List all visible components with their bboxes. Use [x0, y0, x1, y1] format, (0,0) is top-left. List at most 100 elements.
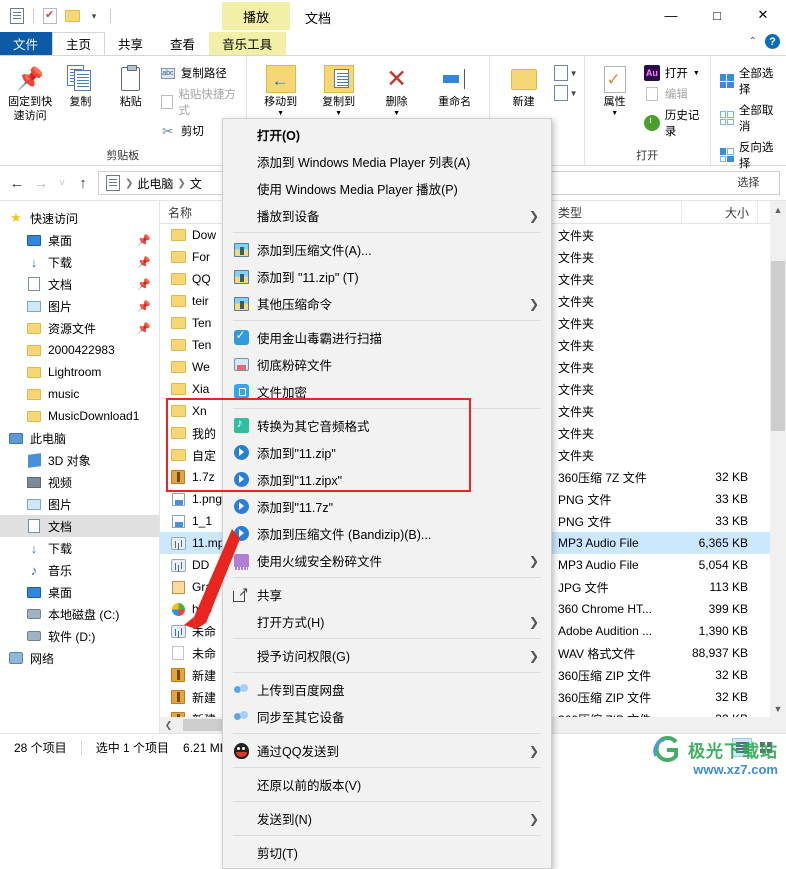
- sidebar-item-16[interactable]: ♪ 音乐: [0, 559, 159, 581]
- menu-item-16[interactable]: 添加到"11.7z": [223, 493, 551, 520]
- sidebar-item-4[interactable]: 图片 📌: [0, 295, 159, 317]
- large-icons-view-button[interactable]: [756, 738, 776, 757]
- copy-path-button[interactable]: abc 复制路径: [157, 64, 240, 82]
- vscroll-thumb[interactable]: [771, 261, 785, 431]
- paste-button[interactable]: 粘贴: [107, 60, 155, 112]
- easy-access-button[interactable]: ▼: [553, 85, 578, 101]
- menu-item-34[interactable]: 剪切(T): [223, 839, 551, 866]
- back-button[interactable]: ←: [6, 171, 28, 195]
- menu-item-17[interactable]: 添加到压缩文件 (Bandizip)(B)...: [223, 520, 551, 547]
- menu-item-2[interactable]: 使用 Windows Media Player 播放(P): [223, 175, 551, 202]
- pin-icon[interactable]: 📌: [137, 234, 151, 247]
- tab-share[interactable]: 共享: [105, 32, 157, 55]
- paste-shortcut-button[interactable]: 粘贴快捷方式: [157, 85, 240, 119]
- up-button[interactable]: ↑: [72, 171, 94, 195]
- menu-item-23[interactable]: 授予访问权限(G) ❯: [223, 642, 551, 669]
- menu-item-13[interactable]: 转换为其它音频格式: [223, 412, 551, 439]
- menu-item-10[interactable]: 彻底粉碎文件: [223, 351, 551, 378]
- pin-to-quick-access-button[interactable]: 📌 固定到快 速访问: [6, 60, 54, 126]
- edit-button[interactable]: 编辑: [641, 85, 704, 103]
- chevron-down-icon[interactable]: ▼: [570, 69, 578, 78]
- open-with-button[interactable]: Au 打开 ▼: [641, 64, 704, 82]
- recent-locations-button[interactable]: ˅: [54, 171, 70, 195]
- sidebar-item-11[interactable]: 3D 对象: [0, 449, 159, 471]
- sidebar-item-20[interactable]: 网络: [0, 647, 159, 669]
- documents-icon[interactable]: [8, 7, 26, 25]
- minimize-button[interactable]: —: [648, 0, 694, 30]
- column-header-type[interactable]: 类型: [550, 201, 682, 223]
- forward-button[interactable]: →: [30, 171, 52, 195]
- menu-item-14[interactable]: 添加到"11.zip": [223, 439, 551, 466]
- sidebar-item-2[interactable]: ↓ 下载 📌: [0, 251, 159, 273]
- breadcrumb-documents[interactable]: 文: [190, 175, 202, 192]
- tab-file[interactable]: 文件: [0, 32, 53, 55]
- tab-home[interactable]: 主页: [52, 32, 106, 55]
- details-view-button[interactable]: [732, 738, 752, 757]
- menu-item-28[interactable]: 通过QQ发送到 ❯: [223, 737, 551, 764]
- delete-button[interactable]: ✕ 删除 ▼: [369, 60, 425, 121]
- sidebar-item-1[interactable]: 桌面 📌: [0, 229, 159, 251]
- select-all-button[interactable]: 全部选择: [717, 64, 780, 98]
- menu-item-30[interactable]: 还原以前的版本(V): [223, 771, 551, 798]
- column-header-size[interactable]: 大小: [682, 201, 758, 223]
- sidebar-item-19[interactable]: 软件 (D:): [0, 625, 159, 647]
- new-item-button[interactable]: ▼: [553, 65, 578, 81]
- menu-item-32[interactable]: 发送到(N) ❯: [223, 805, 551, 832]
- menu-item-25[interactable]: 上传到百度网盘: [223, 676, 551, 703]
- pin-icon[interactable]: 📌: [137, 300, 151, 313]
- menu-item-11[interactable]: 文件加密: [223, 378, 551, 405]
- pin-icon[interactable]: 📌: [137, 322, 151, 335]
- chevron-down-icon[interactable]: ▼: [693, 70, 700, 77]
- chevron-down-icon[interactable]: ▾: [85, 7, 103, 25]
- sidebar-item-0[interactable]: ★ 快速访问: [0, 207, 159, 229]
- copy-to-button[interactable]: 复制到 ▼: [311, 60, 367, 121]
- menu-item-18[interactable]: 使用火绒安全粉碎文件 ❯: [223, 547, 551, 574]
- breadcrumb-this-pc[interactable]: 此电脑: [137, 175, 173, 192]
- chevron-up-icon[interactable]: ⌃: [749, 36, 757, 47]
- context-menu[interactable]: 打开(O) 添加到 Windows Media Player 列表(A) 使用 Wi…: [222, 118, 552, 869]
- move-to-button[interactable]: ← 移动到 ▼: [253, 60, 309, 121]
- help-icon[interactable]: ?: [765, 34, 780, 49]
- vertical-scrollbar[interactable]: ▲ ▼: [770, 201, 786, 733]
- scroll-down-icon[interactable]: ▼: [770, 700, 786, 717]
- rename-button[interactable]: 重命名: [427, 60, 483, 112]
- sidebar-item-14[interactable]: 文档: [0, 515, 159, 537]
- sidebar-item-13[interactable]: 图片: [0, 493, 159, 515]
- tab-music-tools[interactable]: 音乐工具: [209, 32, 287, 55]
- pin-icon[interactable]: 📌: [137, 256, 151, 269]
- close-button[interactable]: ✕: [740, 0, 786, 30]
- folder-icon[interactable]: [63, 7, 81, 25]
- menu-item-3[interactable]: 播放到设备 ❯: [223, 202, 551, 229]
- menu-item-5[interactable]: 添加到压缩文件(A)...: [223, 236, 551, 263]
- copy-button[interactable]: 复制: [56, 60, 104, 112]
- tab-view[interactable]: 查看: [157, 32, 209, 55]
- chevron-down-icon[interactable]: ▼: [611, 110, 618, 119]
- sidebar-item-3[interactable]: 文档 📌: [0, 273, 159, 295]
- menu-item-26[interactable]: 同步至其它设备: [223, 703, 551, 730]
- menu-item-7[interactable]: 其他压缩命令 ❯: [223, 290, 551, 317]
- maximize-button[interactable]: □: [694, 0, 740, 30]
- menu-item-20[interactable]: 共享: [223, 581, 551, 608]
- sidebar-item-5[interactable]: 资源文件 📌: [0, 317, 159, 339]
- menu-item-6[interactable]: 添加到 "11.zip" (T): [223, 263, 551, 290]
- contextual-tab-play[interactable]: 播放: [222, 2, 290, 30]
- sidebar-item-15[interactable]: ↓ 下载: [0, 537, 159, 559]
- pin-icon[interactable]: 📌: [137, 278, 151, 291]
- sidebar-item-10[interactable]: 此电脑: [0, 427, 159, 449]
- sidebar-item-9[interactable]: MusicDownload1: [0, 405, 159, 427]
- menu-item-1[interactable]: 添加到 Windows Media Player 列表(A): [223, 148, 551, 175]
- sidebar-item-17[interactable]: 桌面: [0, 581, 159, 603]
- menu-item-21[interactable]: 打开方式(H) ❯: [223, 608, 551, 635]
- history-button[interactable]: 历史记录: [641, 106, 704, 140]
- chevron-down-icon[interactable]: ▼: [570, 89, 578, 98]
- properties-button[interactable]: 属性 ▼: [591, 60, 639, 121]
- checkbox-icon[interactable]: [41, 7, 59, 25]
- sidebar-item-7[interactable]: Lightroom: [0, 361, 159, 383]
- menu-item-0[interactable]: 打开(O): [223, 121, 551, 148]
- sidebar-item-6[interactable]: 2000422983: [0, 339, 159, 361]
- scroll-left-icon[interactable]: ❮: [160, 720, 177, 731]
- new-folder-button[interactable]: 新建: [496, 60, 552, 112]
- scroll-up-icon[interactable]: ▲: [770, 201, 786, 218]
- menu-item-15[interactable]: 添加到"11.zipx": [223, 466, 551, 493]
- select-none-button[interactable]: 全部取消: [717, 101, 780, 135]
